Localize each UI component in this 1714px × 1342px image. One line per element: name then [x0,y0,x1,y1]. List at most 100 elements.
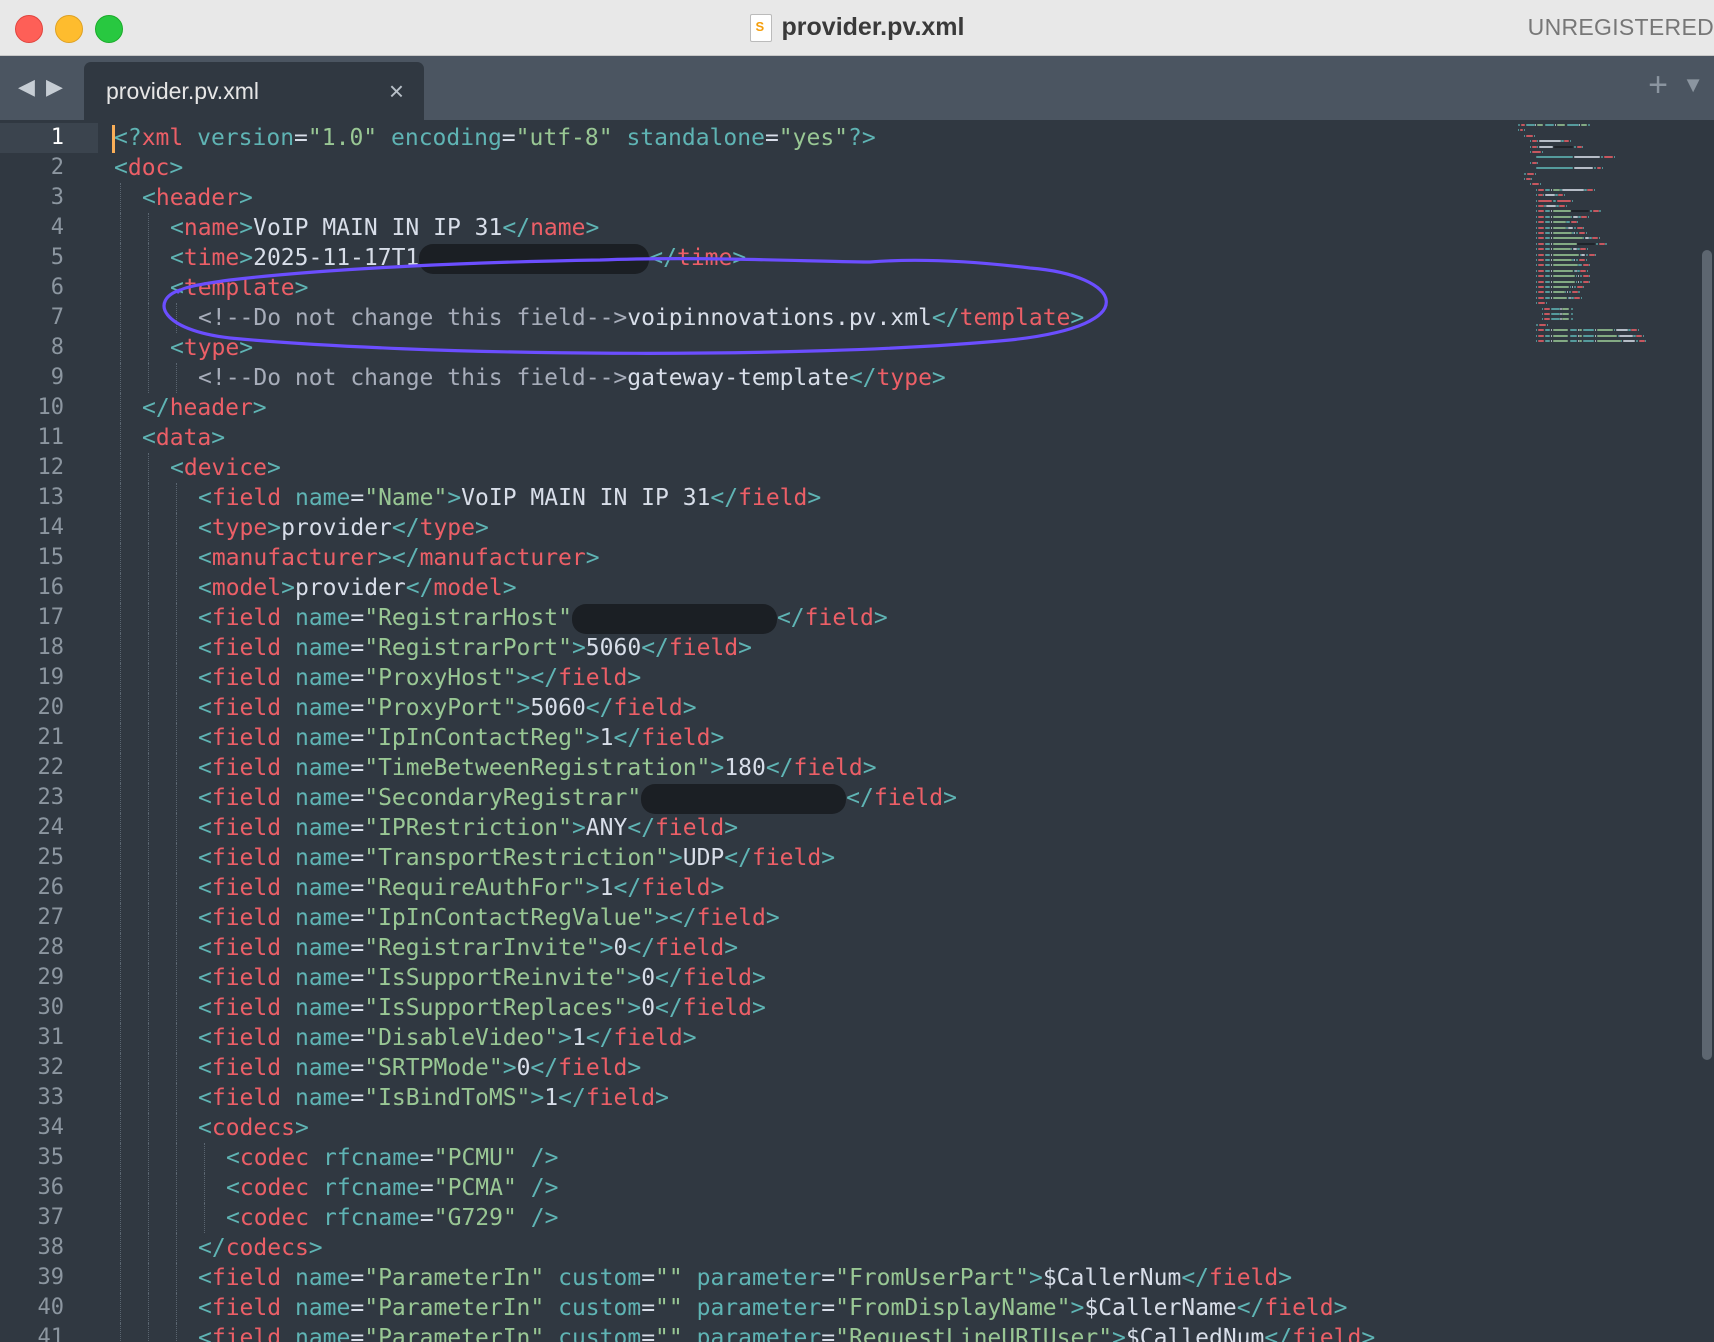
code-line[interactable]: <device> [170,453,281,483]
code-line[interactable]: <field name="RegistrarPort">5060</field> [198,633,752,663]
code-token: "ParameterIn" [364,1265,545,1291]
code-line[interactable]: <field name="RequireAuthFor">1</field> [198,873,724,903]
indent-guide [120,873,121,903]
code-token: field [655,815,725,841]
code-line[interactable]: <codec rfcname="PCMA" /> [226,1173,558,1203]
code-line[interactable]: <type>provider</type> [198,513,489,543]
code-line[interactable]: <field name="IPRestriction">ANY</field> [198,813,738,843]
code-line[interactable]: <model>provider</model> [198,573,517,603]
code-line[interactable]: <codec rfcname="PCMU" /> [226,1143,558,1173]
code-token: < [198,995,212,1021]
minimap-segment [1578,291,1580,294]
code-line[interactable]: <type> [170,333,253,363]
code-line[interactable]: <field name="IsSupportReplaces">0</field… [198,993,766,1023]
code-line[interactable]: <!--Do not change this field-->gateway-t… [198,363,946,393]
code-token: custom [558,1325,642,1342]
code-token: field [211,1055,282,1081]
minimap-segment [1566,124,1579,126]
minimap-segment [1579,275,1582,278]
plus-icon[interactable]: + [1648,66,1668,105]
code-line[interactable]: </codecs> [198,1233,323,1263]
minimap-segment [1552,329,1569,332]
code-token: < [198,1085,212,1111]
code-token: > [752,995,766,1021]
code-editor[interactable]: 1 2 3 4 5 6 7 8 9 10 11 12 13 14 15 16 17 18 19 20 21 22 23 24 2… [0,120,1714,1342]
minimap-segment [1635,340,1638,342]
minimap-segment [1598,242,1605,245]
indent-guide [148,1023,149,1053]
code-line[interactable]: <field name="ParameterIn" custom="" para… [198,1323,1375,1342]
code-line[interactable]: <name>VoIP MAIN IN IP 31</name> [170,213,599,243]
code-line[interactable]: <field name="TransportRestriction">UDP</… [198,843,835,873]
code-line[interactable]: <field name="SRTPMode">0</field> [198,1053,641,1083]
code-line[interactable]: <doc> [114,153,183,183]
code-line[interactable]: <field name="ProxyHost"></field> [198,663,641,693]
code-line[interactable]: <field name="IpInContactReg">1</field> [198,723,724,753]
minimap-segment [1587,188,1594,191]
code-token: </ [627,935,656,961]
nav-forward-icon[interactable]: ▶ [46,74,63,100]
minimap-segment [1552,253,1579,256]
code-token: < [198,935,212,961]
minimap-segment [1571,318,1574,321]
code-line[interactable]: <time>2025-11-17T1 </time> [170,243,746,274]
code-token: = [641,1325,656,1342]
code-line[interactable]: <field name="RegistrarHost" </field> [198,603,888,634]
code-token: data [155,425,212,451]
code-line[interactable]: <field name="TimeBetweenRegistration">18… [198,753,877,783]
code-line[interactable]: <template> [170,273,309,303]
code-line[interactable]: <codec rfcname="G729" /> [226,1203,558,1233]
minimap-segment [1537,275,1544,278]
code-line[interactable]: <?xml version="1.0" encoding="utf-8" sta… [114,123,876,153]
close-icon[interactable]: × [389,76,404,107]
line-number: 7 [50,305,64,330]
minimap-segment [1583,329,1595,332]
nav-back-icon[interactable]: ◀ [18,74,35,100]
indent-guide [176,1053,177,1083]
code-token: field [668,635,739,661]
minimap-segment [1537,264,1544,267]
code-token: "ParameterIn" [364,1295,545,1321]
indent-guide [148,993,149,1023]
redacted-block [419,243,650,274]
code-token: = [641,1265,656,1291]
minimap[interactable] [1510,120,1688,360]
code-line[interactable]: <field name="ParameterIn" custom="" para… [198,1293,1348,1323]
code-area[interactable]: <?xml version="1.0" encoding="utf-8" sta… [114,120,1504,1342]
minimap-segment [1631,329,1638,332]
code-line[interactable]: </header> [142,393,267,423]
scrollbar[interactable] [1700,120,1714,1342]
minimap-segment [1552,237,1583,240]
chevron-down-icon[interactable]: ▼ [1682,72,1704,98]
minimap-segment [1572,199,1574,202]
minimap-segment [1573,215,1578,218]
code-line[interactable]: <field name="IpInContactRegValue"></fiel… [198,903,780,933]
minimap-segment [1537,188,1544,191]
code-line[interactable]: <field name="ProxyPort">5060</field> [198,693,697,723]
code-token: </ [1236,1295,1265,1321]
tab-provider-pv-xml[interactable]: provider.pv.xml × [84,62,424,120]
minimap-segment [1537,291,1544,294]
line-number: 12 [37,455,65,480]
indent-guide [120,243,121,273]
code-line[interactable]: <field name="IsSupportReinvite">0</field… [198,963,766,993]
code-line[interactable]: <field name="RegistrarInvite">0</field> [198,933,738,963]
code-line[interactable]: <codecs> [198,1113,309,1143]
code-line[interactable]: <!--Do not change this field-->voipinnov… [198,303,1084,333]
code-line[interactable]: <field name="Name">VoIP MAIN IN IP 31</f… [198,483,821,513]
code-line[interactable]: <manufacturer></manufacturer> [198,543,600,573]
code-token: = [350,995,365,1021]
code-token: "PCMA" [433,1175,517,1201]
code-line[interactable]: <field name="ParameterIn" custom="" para… [198,1263,1292,1293]
minimap-segment [1550,264,1552,267]
code-line[interactable]: <field name="IsBindToMS">1</field> [198,1083,669,1113]
code-line[interactable]: <field name="DisableVideo">1</field> [198,1023,697,1053]
scrollbar-thumb[interactable] [1702,250,1712,1060]
code-token: ></ [655,905,697,931]
code-line[interactable]: <data> [142,423,225,453]
code-token: > [752,965,766,991]
minimap-segment [1596,334,1617,337]
indent-guide [120,483,121,513]
code-line[interactable]: <field name="SecondaryRegistrar" </field> [198,783,957,814]
code-line[interactable]: <header> [142,183,253,213]
